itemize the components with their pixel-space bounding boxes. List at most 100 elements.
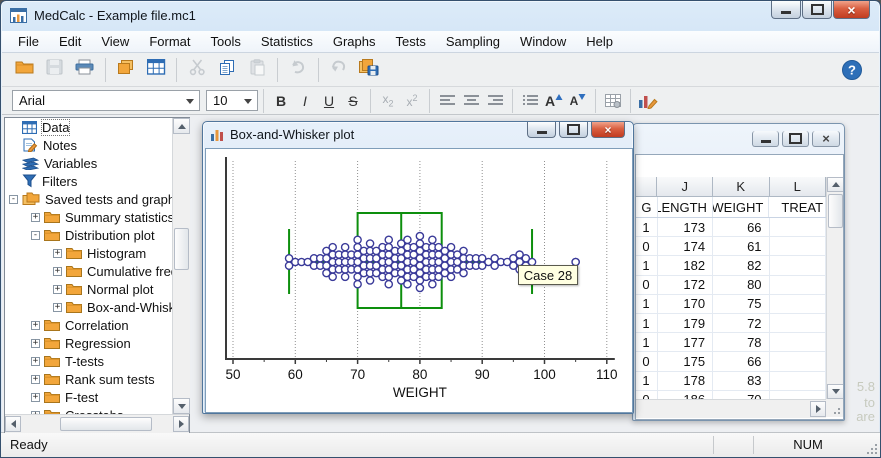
table-properties-button[interactable]	[601, 90, 625, 112]
variable-name-cell[interactable]: G	[636, 197, 658, 217]
save-all-button[interactable]	[354, 56, 384, 84]
sidebar-item-data[interactable]: Data	[5, 118, 172, 136]
menu-statistics[interactable]: Statistics	[251, 32, 323, 51]
increase-font-button[interactable]: A	[542, 90, 566, 112]
data-cell[interactable]: 75	[713, 295, 769, 313]
expand-icon[interactable]: +	[31, 375, 40, 384]
data-cell[interactable]	[770, 352, 826, 370]
data-cell[interactable]	[770, 237, 826, 255]
spreadsheet-grid[interactable]: JKLGLENGTHWEIGHTTREAT1173660174611182820…	[636, 177, 826, 410]
sidebar-item-variables[interactable]: Variables	[5, 154, 172, 172]
data-cell[interactable]: 83	[713, 372, 769, 390]
italic-button[interactable]: I	[293, 90, 317, 112]
expand-icon[interactable]: +	[31, 357, 40, 366]
decrease-font-button[interactable]: A	[566, 90, 590, 112]
align-left-button[interactable]	[435, 90, 459, 112]
font-size-select[interactable]: 10	[206, 90, 258, 111]
data-cell[interactable]: 0	[636, 276, 658, 294]
sidebar-item-distribution-plot[interactable]: -Distribution plot	[5, 226, 172, 244]
data-cell[interactable]: 82	[713, 256, 769, 274]
tree-vertical-scrollbar[interactable]	[172, 118, 190, 414]
column-header-J[interactable]: J	[657, 177, 713, 197]
spreadsheet-window[interactable]: × JKLGLENGTHWEIGHTTREAT11736601746111828…	[632, 123, 845, 421]
data-cell[interactable]: 72	[713, 314, 769, 332]
data-cell[interactable]: 1	[636, 372, 658, 390]
expand-icon[interactable]: +	[53, 303, 62, 312]
data-grid-button[interactable]	[141, 56, 171, 84]
data-cell[interactable]	[770, 256, 826, 274]
align-center-button[interactable]	[459, 90, 483, 112]
sidebar-item-cumulative-freque[interactable]: +Cumulative freque	[5, 262, 172, 280]
data-cell[interactable]: 174	[658, 237, 714, 255]
expand-icon[interactable]: +	[31, 339, 40, 348]
column-header-L[interactable]: L	[770, 177, 827, 197]
expand-icon[interactable]: +	[53, 267, 62, 276]
sidebar-item-normal-plot[interactable]: +Normal plot	[5, 280, 172, 298]
sheet-vertical-scrollbar[interactable]	[826, 177, 844, 399]
data-cell[interactable]	[770, 314, 826, 332]
scrollbar-thumb[interactable]	[828, 194, 843, 228]
sheet-horizontal-scrollbar[interactable]	[636, 399, 826, 418]
box-whisker-plot-window[interactable]: Box-and-Whisker plot × 5060708090100110W…	[202, 121, 634, 414]
sidebar-item-t-tests[interactable]: +T-tests	[5, 352, 172, 370]
column-header-partial[interactable]	[636, 177, 657, 197]
menu-format[interactable]: Format	[139, 32, 200, 51]
sidebar-item-crosstabs[interactable]: +Crosstabs	[5, 406, 172, 414]
data-cell[interactable]: 172	[658, 276, 714, 294]
superscript-button[interactable]: x2	[400, 90, 424, 112]
subscript-button[interactable]: x2	[376, 90, 400, 112]
data-cell[interactable]: 173	[658, 218, 714, 236]
cut-button[interactable]	[182, 56, 212, 84]
scrollbar-thumb[interactable]	[174, 228, 189, 270]
title-bar[interactable]: MedCalc - Example file.mc1 ×	[1, 1, 880, 31]
print-button[interactable]	[70, 56, 100, 84]
data-cell[interactable]: 1	[636, 295, 658, 313]
maximize-button[interactable]	[559, 122, 588, 138]
variable-name-cell[interactable]: LENGTH	[658, 197, 713, 217]
tree-horizontal-scrollbar[interactable]	[5, 414, 189, 433]
sidebar-item-f-test[interactable]: +F-test	[5, 388, 172, 406]
maximize-button[interactable]	[782, 131, 809, 147]
underline-button[interactable]: U	[317, 90, 341, 112]
bold-button[interactable]: B	[269, 90, 293, 112]
scrollbar-thumb[interactable]	[60, 417, 152, 431]
resize-grip[interactable]	[826, 399, 843, 417]
sidebar-item-box-and-whisker[interactable]: +Box-and-Whisker	[5, 298, 172, 316]
data-cell[interactable]: 177	[658, 333, 714, 351]
sidebar-item-saved-tests-and-graphs[interactable]: -Saved tests and graphs	[5, 190, 172, 208]
close-button[interactable]: ×	[833, 1, 870, 19]
collapse-icon[interactable]: -	[9, 195, 18, 204]
sidebar-item-summary-statistics[interactable]: +Summary statistics	[5, 208, 172, 226]
data-cell[interactable]: 66	[713, 352, 769, 370]
data-cell[interactable]	[770, 276, 826, 294]
minimize-button[interactable]	[527, 122, 556, 138]
data-cell[interactable]: 61	[713, 237, 769, 255]
data-cell[interactable]	[770, 372, 826, 390]
sidebar-item-correlation[interactable]: +Correlation	[5, 316, 172, 334]
open-folder-button[interactable]	[10, 56, 40, 84]
plot-canvas[interactable]: 5060708090100110WEIGHT Case 28	[205, 148, 633, 413]
data-cell[interactable]: 182	[658, 256, 714, 274]
copy-pages-button[interactable]	[111, 56, 141, 84]
data-cell[interactable]	[770, 333, 826, 351]
data-cell[interactable]: 1	[636, 218, 658, 236]
sidebar-item-notes[interactable]: Notes	[5, 136, 172, 154]
expand-icon[interactable]: +	[31, 321, 40, 330]
data-cell[interactable]: 1	[636, 314, 658, 332]
variable-name-cell[interactable]: WEIGHT	[713, 197, 769, 217]
menu-tests[interactable]: Tests	[386, 32, 436, 51]
sidebar-item-histogram[interactable]: +Histogram	[5, 244, 172, 262]
close-button[interactable]: ×	[591, 122, 625, 138]
paste-button[interactable]	[242, 56, 272, 84]
sidebar-item-filters[interactable]: Filters	[5, 172, 172, 190]
minimize-button[interactable]	[771, 1, 801, 19]
data-cell[interactable]: 170	[658, 295, 714, 313]
maximize-button[interactable]	[802, 1, 832, 19]
data-cell[interactable]: 179	[658, 314, 714, 332]
plot-window-title-bar[interactable]: Box-and-Whisker plot	[211, 127, 354, 142]
expand-icon[interactable]: +	[31, 213, 40, 222]
bullet-list-button[interactable]	[518, 90, 542, 112]
column-header-K[interactable]: K	[713, 177, 770, 197]
save-button[interactable]	[40, 56, 70, 84]
redo-button[interactable]	[324, 56, 354, 84]
